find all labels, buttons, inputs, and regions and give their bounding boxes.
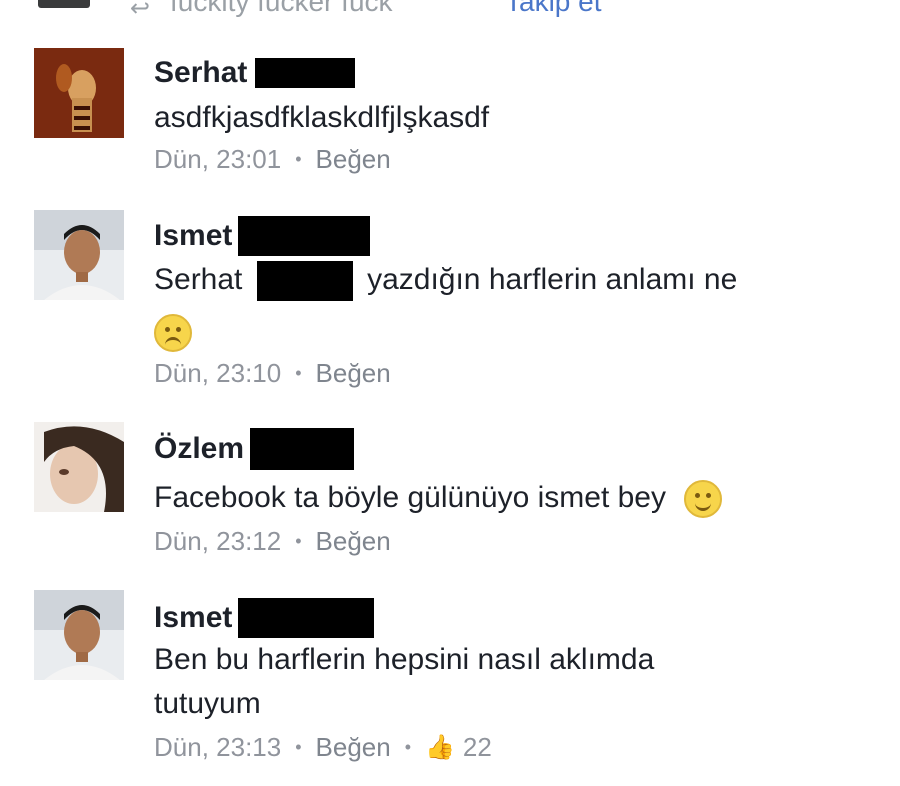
comment-text: Facebook ta böyle gülünüyo ismet bey [154,476,723,520]
timestamp[interactable]: Dün, 23:10 [154,358,281,389]
like-button[interactable]: Beğen [316,358,391,389]
top-text: fuckity fucker fuck [170,0,393,17]
timestamp[interactable]: Dün, 23:13 [154,732,281,763]
avatar-image [34,210,124,300]
separator-dot: • [295,737,302,757]
avatar[interactable] [34,48,124,138]
redaction-bar [255,58,356,88]
comment-text-line1: Ben bu harflerin hepsini nasıl aklımda [154,643,655,676]
separator-dot: • [404,737,412,757]
sad-face-icon [154,314,192,352]
redaction-bar [238,598,375,638]
comment-text: Serhat yazdığın harflerin anlamı ne [154,258,737,302]
avatar[interactable] [34,590,124,680]
comment-meta: Dün, 23:12 • Beğen [154,526,391,557]
name-row: Ismet [154,216,371,256]
like-button[interactable]: Beğen [316,526,391,557]
avatar[interactable] [34,210,124,300]
comment-text-line2: tutuyum [154,687,261,720]
comment-meta: Dün, 23:10 • Beğen [154,358,391,389]
separator-dot: • [295,363,302,383]
like-count[interactable]: 22 [463,732,492,763]
like-button[interactable]: Beğen [316,732,391,763]
redaction-bar [250,428,355,470]
thumbs-up-icon[interactable]: 👍 [425,733,455,762]
follow-link[interactable]: Takip et [505,0,602,18]
separator-dot: • [295,531,302,551]
separator-dot: • [295,149,302,169]
top-strip: ↩ fuckity fucker fuck Takip et [0,0,900,22]
timestamp[interactable]: Dün, 23:01 [154,144,281,175]
commenter-name[interactable]: Ismet [154,601,232,635]
smile-face-icon [684,480,723,519]
avatar-image [34,422,124,512]
timestamp[interactable]: Dün, 23:12 [154,526,281,557]
comment-text: asdfkjasdfklaskdlfjlşkasdf [154,101,490,134]
comment-meta: Dün, 23:13 • Beğen • 👍 22 [154,732,492,763]
name-row: Ismet [154,598,375,638]
name-row: Serhat [154,56,356,90]
comment-meta: Dün, 23:01 • Beğen [154,144,391,175]
comment-text-content: Facebook ta böyle gülünüyo ismet bey [154,481,666,514]
name-row: Özlem [154,428,355,470]
commenter-name[interactable]: Özlem [154,432,244,466]
avatar-image [34,48,124,138]
top-dark-block [38,0,90,8]
redaction-bar [238,216,371,256]
avatar-image [34,590,124,680]
avatar[interactable] [34,422,124,512]
redaction-bar [256,261,353,302]
commenter-name[interactable]: Ismet [154,219,232,253]
comment-text-rest: yazdığın harflerin anlamı ne [367,263,738,296]
mention-link[interactable]: Serhat [154,263,242,296]
like-button[interactable]: Beğen [316,144,391,175]
commenter-name[interactable]: Serhat [154,56,247,90]
share-arrow-icon[interactable]: ↩ [130,0,150,22]
